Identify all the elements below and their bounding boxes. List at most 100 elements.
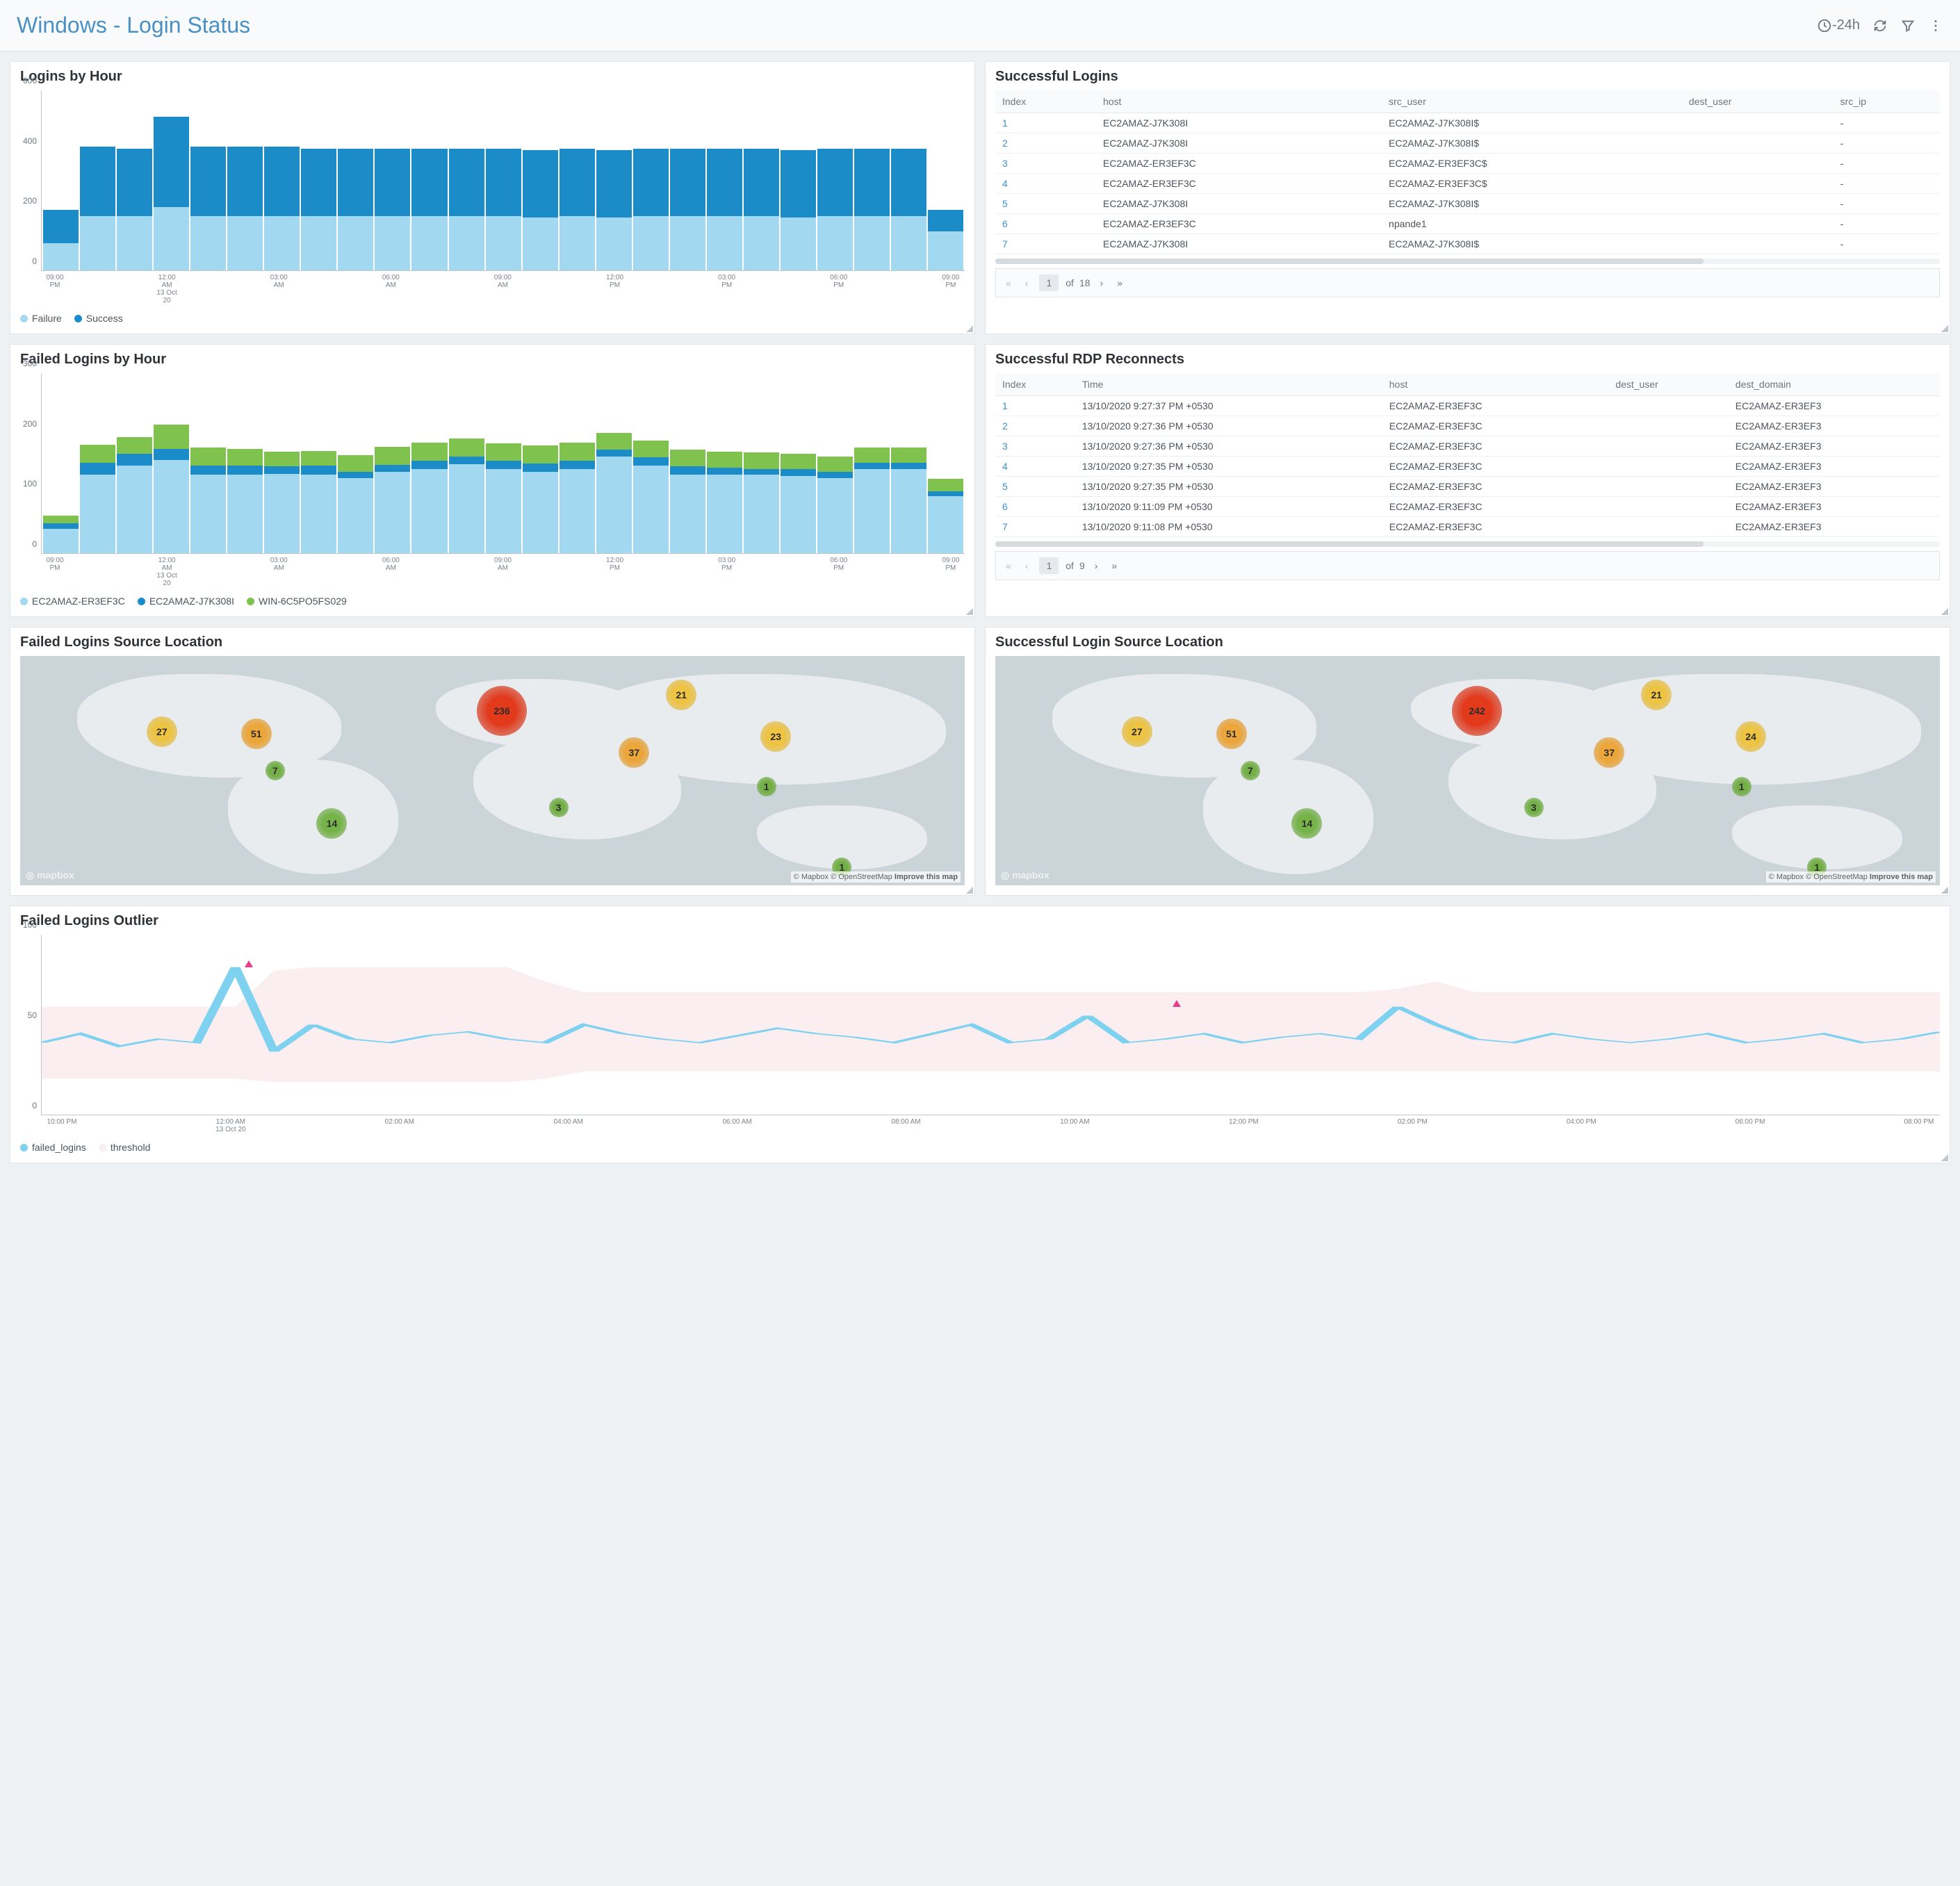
bar[interactable] xyxy=(744,452,779,553)
refresh-icon[interactable] xyxy=(1872,18,1888,33)
map-bubble[interactable]: 1 xyxy=(1732,777,1751,796)
table-row[interactable]: 313/10/2020 9:27:36 PM +0530EC2AMAZ-ER3E… xyxy=(995,436,1940,457)
bar[interactable] xyxy=(523,445,558,553)
col-header[interactable]: dest_domain xyxy=(1729,373,1940,396)
bar[interactable] xyxy=(449,438,484,553)
table-row[interactable]: 513/10/2020 9:27:35 PM +0530EC2AMAZ-ER3E… xyxy=(995,477,1940,497)
bar[interactable] xyxy=(375,149,410,271)
bar[interactable] xyxy=(117,149,152,271)
map-bubble[interactable]: 24 xyxy=(1736,721,1766,752)
bar[interactable] xyxy=(411,149,447,271)
legend-item[interactable]: EC2AMAZ-ER3EF3C xyxy=(20,596,125,607)
bar[interactable] xyxy=(707,452,742,553)
legend-item[interactable]: failed_logins xyxy=(20,1142,86,1153)
bar[interactable] xyxy=(43,516,79,553)
map-failed[interactable]: 2751236212337714311mapbox© Mapbox © Open… xyxy=(20,656,965,885)
bar[interactable] xyxy=(449,149,484,271)
table-row[interactable]: 713/10/2020 9:11:08 PM +0530EC2AMAZ-ER3E… xyxy=(995,517,1940,537)
pager-prev[interactable]: ‹ xyxy=(1021,559,1033,573)
resize-handle[interactable] xyxy=(1941,608,1948,615)
bar[interactable] xyxy=(154,117,189,270)
table-row[interactable]: 613/10/2020 9:11:09 PM +0530EC2AMAZ-ER3E… xyxy=(995,497,1940,517)
bar[interactable] xyxy=(301,149,336,271)
bar[interactable] xyxy=(43,210,79,270)
bar[interactable] xyxy=(817,149,853,271)
pager-prev[interactable]: ‹ xyxy=(1021,276,1033,290)
time-range-picker[interactable]: -24h xyxy=(1817,17,1860,33)
col-header[interactable]: src_ip xyxy=(1834,90,1940,113)
bar[interactable] xyxy=(190,147,226,270)
col-header[interactable]: Index xyxy=(995,373,1075,396)
map-bubble[interactable]: 51 xyxy=(1216,719,1247,749)
table-row[interactable]: 1EC2AMAZ-J7K308IEC2AMAZ-J7K308I$- xyxy=(995,113,1940,133)
pager-last[interactable]: » xyxy=(1113,276,1127,290)
resize-handle[interactable] xyxy=(1941,1154,1948,1161)
bar[interactable] xyxy=(781,150,816,270)
legend-item[interactable]: threshold xyxy=(99,1142,151,1153)
map-bubble[interactable]: 27 xyxy=(1122,716,1152,747)
col-header[interactable]: host xyxy=(1096,90,1382,113)
bar[interactable] xyxy=(670,450,705,553)
bar[interactable] xyxy=(891,448,926,553)
map-bubble[interactable]: 37 xyxy=(1594,737,1624,768)
resize-handle[interactable] xyxy=(966,887,973,894)
bar[interactable] xyxy=(486,149,521,271)
anomaly-marker[interactable] xyxy=(1173,1000,1181,1007)
table-row[interactable]: 413/10/2020 9:27:35 PM +0530EC2AMAZ-ER3E… xyxy=(995,457,1940,477)
bar[interactable] xyxy=(817,457,853,553)
bar[interactable] xyxy=(854,448,890,553)
col-header[interactable]: Index xyxy=(995,90,1096,113)
bar[interactable] xyxy=(264,452,300,553)
col-header[interactable]: dest_user xyxy=(1608,373,1728,396)
more-icon[interactable] xyxy=(1928,18,1943,33)
bar[interactable] xyxy=(854,149,890,271)
table-row[interactable]: 113/10/2020 9:27:37 PM +0530EC2AMAZ-ER3E… xyxy=(995,396,1940,416)
bar[interactable] xyxy=(781,454,816,553)
bar[interactable] xyxy=(560,149,595,271)
bar[interactable] xyxy=(411,443,447,553)
pager-next[interactable]: › xyxy=(1096,276,1108,290)
bar[interactable] xyxy=(633,441,669,553)
table[interactable]: Indexhostsrc_userdest_usersrc_ip1EC2AMAZ… xyxy=(995,90,1940,254)
bar[interactable] xyxy=(596,150,632,270)
table-row[interactable]: 4EC2AMAZ-ER3EF3CEC2AMAZ-ER3EF3C$- xyxy=(995,174,1940,194)
resize-handle[interactable] xyxy=(1941,887,1948,894)
map-bubble[interactable]: 3 xyxy=(1524,798,1544,817)
table-row[interactable]: 213/10/2020 9:27:36 PM +0530EC2AMAZ-ER3E… xyxy=(995,416,1940,436)
col-header[interactable]: Time xyxy=(1075,373,1382,396)
bar[interactable] xyxy=(154,425,189,553)
bar[interactable] xyxy=(596,433,632,553)
pager-next[interactable]: › xyxy=(1091,559,1102,573)
map-bubble[interactable]: 7 xyxy=(1241,761,1260,780)
map-success[interactable]: 2751242212437714311mapbox© Mapbox © Open… xyxy=(995,656,1940,885)
bar[interactable] xyxy=(560,443,595,553)
anomaly-marker[interactable] xyxy=(245,960,253,967)
bar[interactable] xyxy=(744,149,779,271)
table-row[interactable]: 3EC2AMAZ-ER3EF3CEC2AMAZ-ER3EF3C$- xyxy=(995,154,1940,174)
bar[interactable] xyxy=(264,147,300,270)
legend-item[interactable]: EC2AMAZ-J7K308I xyxy=(138,596,234,607)
map-bubble[interactable]: 236 xyxy=(477,686,527,736)
bar[interactable] xyxy=(301,451,336,553)
bar[interactable] xyxy=(523,150,558,270)
horizontal-scrollbar[interactable] xyxy=(995,259,1940,264)
bar[interactable] xyxy=(227,449,263,553)
col-header[interactable]: dest_user xyxy=(1682,90,1834,113)
map-bubble[interactable]: 7 xyxy=(266,761,285,780)
bar[interactable] xyxy=(338,455,373,553)
table-row[interactable]: 2EC2AMAZ-J7K308IEC2AMAZ-J7K308I$- xyxy=(995,133,1940,154)
improve-map-link[interactable]: Improve this map xyxy=(895,873,958,881)
table-row[interactable]: 5EC2AMAZ-J7K308IEC2AMAZ-J7K308I$- xyxy=(995,194,1940,214)
bar[interactable] xyxy=(928,210,963,270)
table-row[interactable]: 6EC2AMAZ-ER3EF3Cnpande1- xyxy=(995,214,1940,234)
resize-handle[interactable] xyxy=(966,608,973,615)
horizontal-scrollbar[interactable] xyxy=(995,541,1940,547)
bar[interactable] xyxy=(338,149,373,271)
map-bubble[interactable]: 23 xyxy=(760,721,791,752)
table[interactable]: IndexTimehostdest_userdest_domain113/10/… xyxy=(995,373,1940,537)
bar[interactable] xyxy=(486,443,521,553)
filter-icon[interactable] xyxy=(1900,18,1916,33)
map-bubble[interactable]: 37 xyxy=(619,737,649,768)
bar[interactable] xyxy=(670,149,705,271)
bar[interactable] xyxy=(190,448,226,553)
